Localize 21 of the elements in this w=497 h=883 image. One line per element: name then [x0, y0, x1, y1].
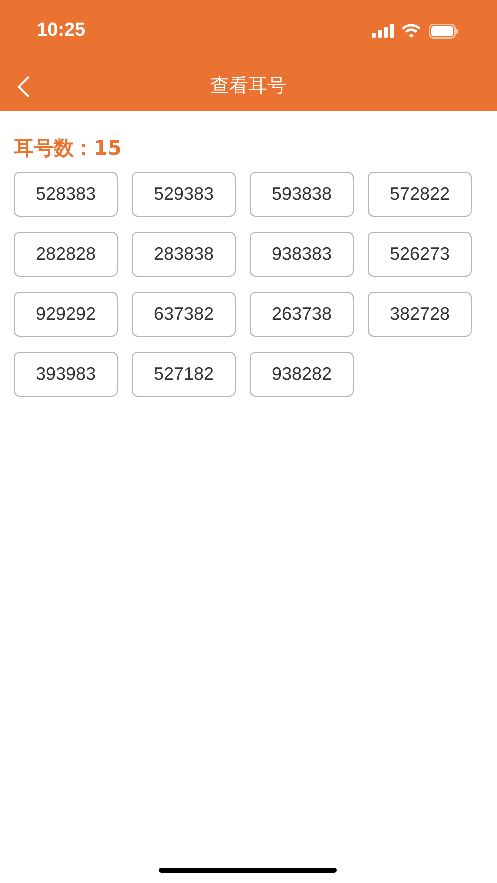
- ear-tag-chip: 526273: [368, 232, 472, 277]
- ear-tag-chip: 637382: [132, 292, 236, 337]
- ear-tag-chip: 938282: [250, 352, 354, 397]
- ear-tag-chip: 283838: [132, 232, 236, 277]
- ear-tag-chip: 382728: [368, 292, 472, 337]
- ear-tag-chip: 593838: [250, 172, 354, 217]
- ear-tag-chip: 528383: [14, 172, 118, 217]
- ear-tag-count: 耳号数：15: [14, 135, 123, 162]
- page-title: 查看耳号: [210, 74, 286, 100]
- ear-tag-chip: 282828: [14, 232, 118, 277]
- ear-tag-chip: 527182: [132, 352, 236, 397]
- ear-tag-chip: 929292: [14, 292, 118, 337]
- ear-tag-chip: 938383: [250, 232, 354, 277]
- status-time: 10:25: [37, 18, 86, 43]
- ear-tag-chip: 393983: [14, 352, 118, 397]
- ear-tag-chip: 263738: [250, 292, 354, 337]
- battery-icon: [429, 24, 459, 38]
- signal-icon: [372, 24, 394, 38]
- wifi-icon: [402, 24, 421, 38]
- ear-tag-chip: 529383: [132, 172, 236, 217]
- ear-tag-chip: 572822: [368, 172, 472, 217]
